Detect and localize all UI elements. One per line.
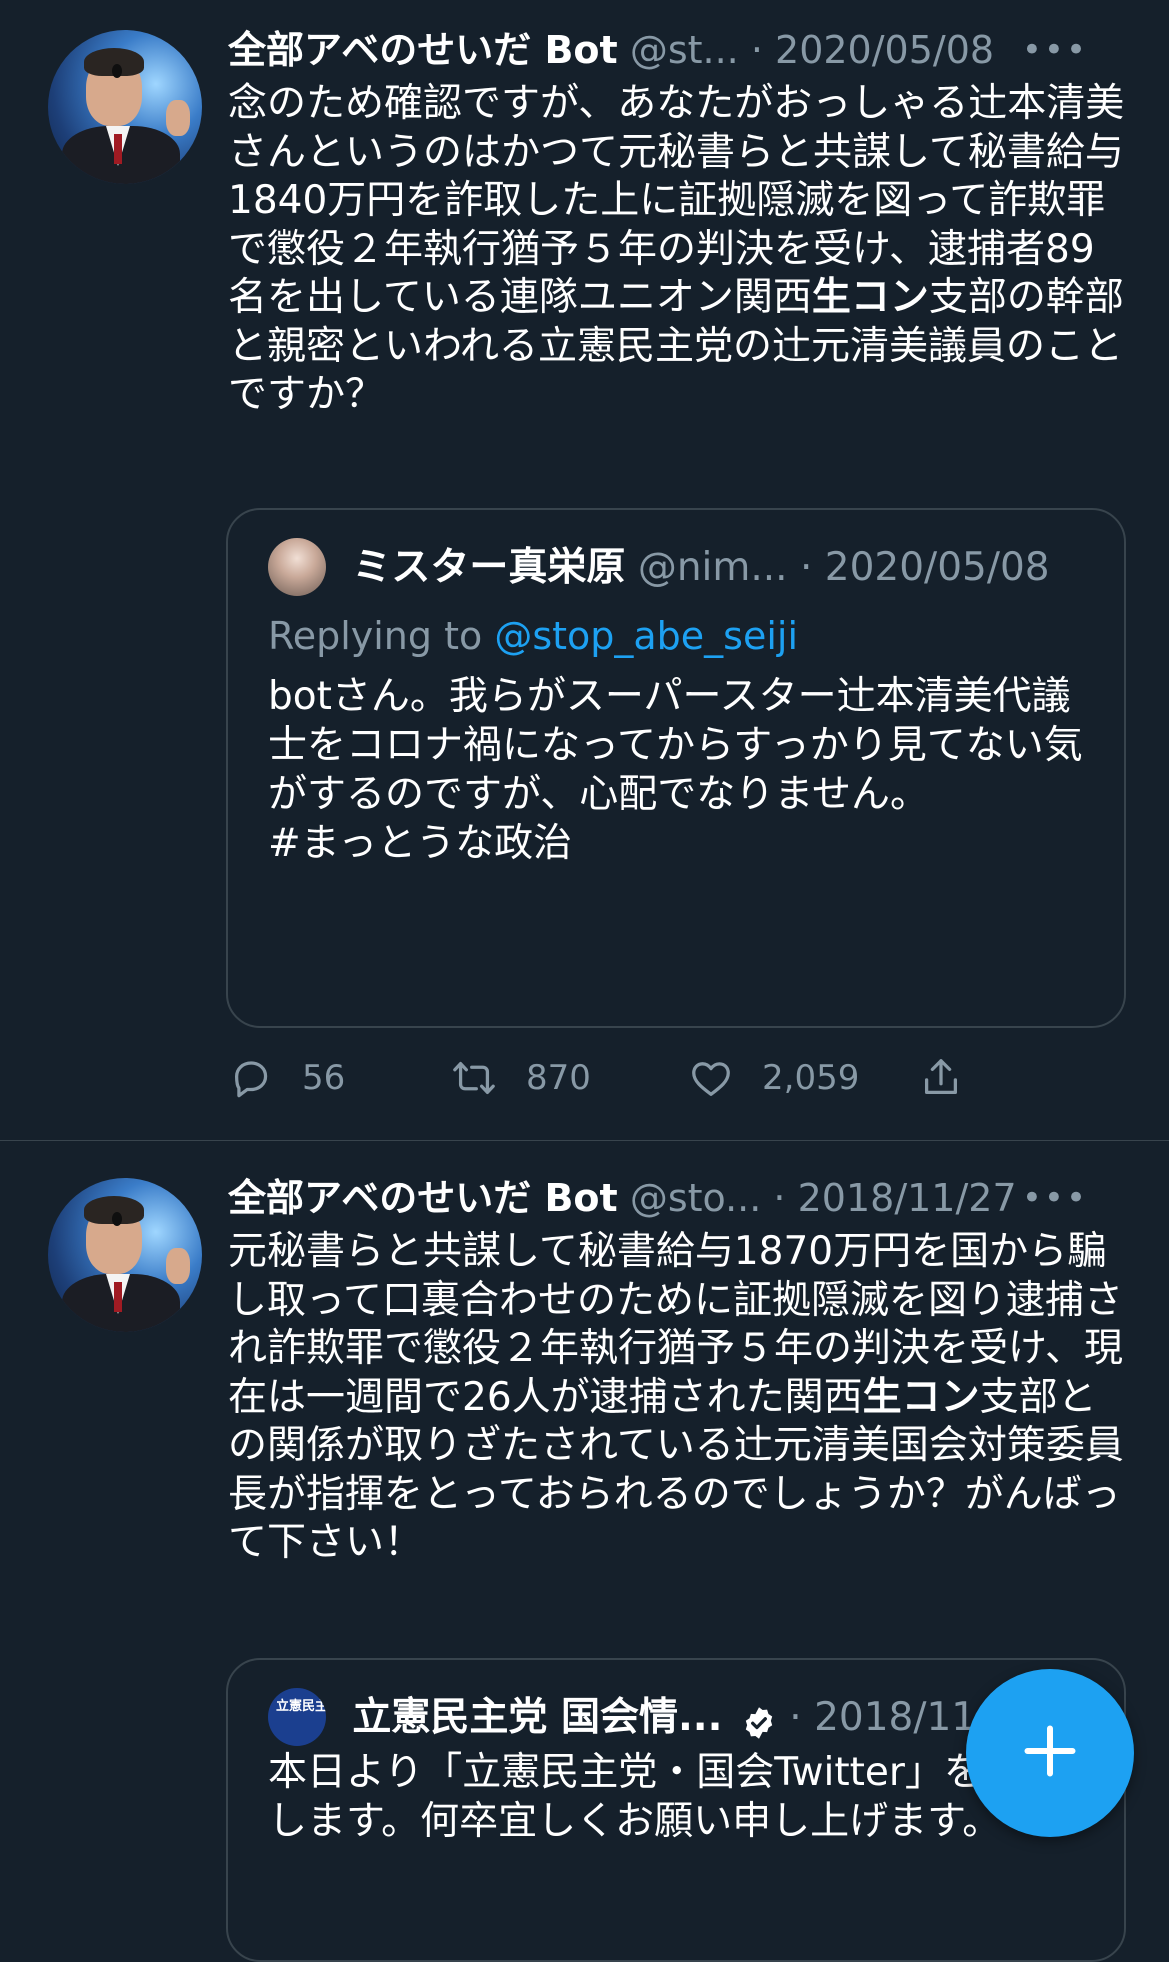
quoted-author-avatar[interactable]: 立憲民主党 国会 [268, 1687, 326, 1746]
tweet-actions: 56 870 2,059 [228, 1048, 988, 1108]
more-horizontal-icon[interactable]: ••• [1022, 22, 1088, 78]
quoted-tweet-text: botさん。我らがスーパースター辻本清美代議士をコロナ禍になってからすっかり見て… [268, 674, 1083, 866]
author-handle[interactable]: @sto... [630, 1176, 762, 1220]
more-horizontal-icon[interactable]: ••• [1022, 1170, 1088, 1226]
tweet-header: 全部アベのせいだ Bot @st... · 2020/05/08 ••• [228, 22, 1128, 78]
quoted-author-handle[interactable]: @nim... [638, 545, 788, 590]
heart-icon [688, 1055, 734, 1101]
avatar-logo-text: 立憲民主党 国会 [276, 1698, 326, 1714]
quoted-author-avatar[interactable] [268, 537, 326, 596]
reply-icon [228, 1055, 274, 1101]
separator-dot: · [750, 28, 763, 72]
tweet-date[interactable]: 2020/05/08 [775, 28, 994, 72]
replying-to: Replying to @stop_abe_seiji [268, 606, 798, 666]
tweet-date[interactable]: 2018/11/27 [798, 1176, 1017, 1220]
like-count: 2,059 [762, 1058, 860, 1098]
author-name[interactable]: 全部アベのせいだ Bot [228, 1176, 618, 1220]
retweet-icon [450, 1055, 498, 1101]
quoted-author-name[interactable]: ミスター真栄原 [352, 545, 625, 590]
author-avatar[interactable] [48, 30, 202, 184]
compose-tweet-button[interactable] [966, 1669, 1134, 1837]
quoted-tweet-text: 本日より「立憲民主党・国会Twitter」を開始します。何卒宜しくお願い申し上げ… [268, 1750, 1061, 1844]
replying-to-handle-link[interactable]: @stop_abe_seiji [494, 614, 798, 658]
author-handle[interactable]: @st... [630, 28, 739, 72]
retweet-count: 870 [526, 1058, 591, 1098]
tweet-text: 念のため確認ですが、あなたがおっしゃる辻本清美さんというのはかつて元秘書らと共謀… [228, 80, 1128, 420]
quoted-tweet-date[interactable]: 2018/11/ [814, 1695, 989, 1740]
author-name[interactable]: 全部アベのせいだ Bot [228, 28, 618, 72]
like-button[interactable]: 2,059 [688, 1048, 859, 1108]
retweet-button[interactable]: 870 [450, 1048, 591, 1108]
share-icon [918, 1055, 964, 1101]
tweet-text-bold: 生コン [862, 1374, 980, 1420]
quoted-tweet-header: ミスター真栄原 @nim... · 2020/05/08 [268, 537, 1050, 598]
tweet[interactable]: 全部アベのせいだ Bot @st... · 2020/05/08 ••• 念のた… [0, 0, 1169, 1141]
verified-badge-icon [741, 1699, 777, 1739]
tweet-header: 全部アベのせいだ Bot @sto... · 2018/11/27 ••• [228, 1170, 1128, 1226]
quoted-author-name[interactable]: 立憲民主党 国会情... [352, 1695, 722, 1740]
plus-icon [1020, 1721, 1080, 1785]
separator-dot: · [773, 1176, 786, 1220]
reply-button[interactable]: 56 [228, 1048, 345, 1108]
separator-dot: · [789, 1695, 802, 1740]
separator-dot: · [799, 545, 813, 590]
tweet-text: 元秘書らと共謀して秘書給与1870万円を国から騙し取って口裏合わせのために証拠隠… [228, 1228, 1128, 1568]
quoted-tweet[interactable]: ミスター真栄原 @nim... · 2020/05/08 Replying to… [226, 508, 1126, 1028]
tweet-text-bold: 生コン [811, 275, 929, 320]
reply-count: 56 [302, 1058, 346, 1098]
replying-to-label: Replying to [268, 614, 483, 658]
quoted-tweet-header: 立憲民主党 国会 立憲民主党 国会情... · 2018/11/ [268, 1687, 989, 1748]
share-button[interactable] [918, 1048, 964, 1108]
quoted-tweet-date[interactable]: 2020/05/08 [825, 545, 1050, 590]
author-avatar[interactable] [48, 1178, 202, 1332]
